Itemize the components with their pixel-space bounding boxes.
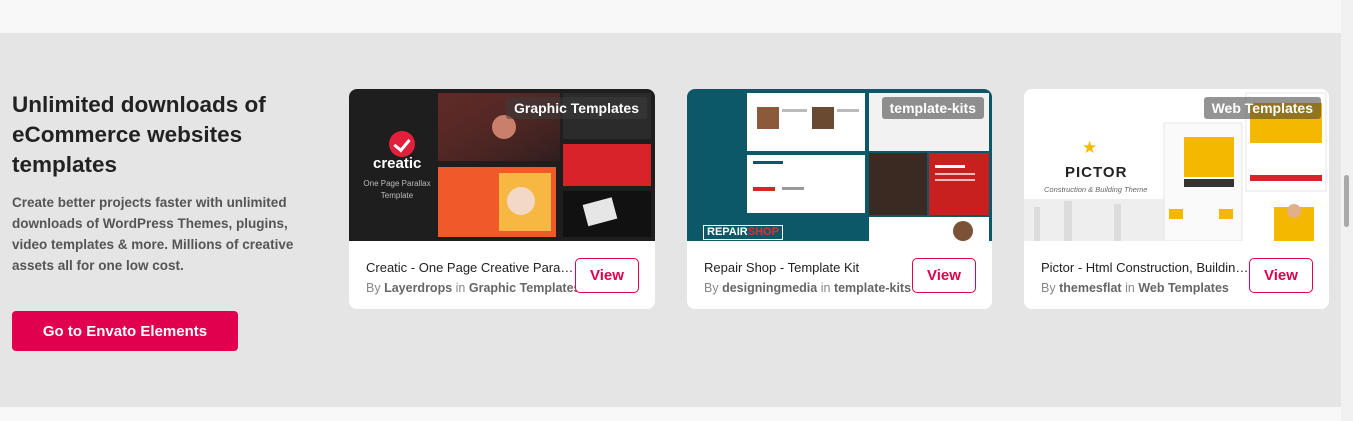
card-title[interactable]: Creatic - One Page Creative Parallax Tem… [366, 260, 576, 276]
card-meta: By designingmedia in template-kits [704, 280, 914, 296]
meta-in: in [455, 281, 466, 295]
bottom-strip [0, 407, 1353, 421]
card-info: Repair Shop - Template Kit By designingm… [704, 260, 914, 296]
meta-by: By [1041, 281, 1056, 295]
thumbnail-subtitle: One Page Parallax Template [363, 179, 431, 200]
card-title[interactable]: Pictor - Html Construction, Building Tem… [1041, 260, 1251, 276]
author-link[interactable]: themesflat [1059, 281, 1122, 295]
category-link[interactable]: Web Templates [1138, 281, 1229, 295]
product-card[interactable]: ★ PICTOR Construction & Building Theme W… [1024, 89, 1329, 309]
view-button[interactable]: View [912, 258, 976, 293]
meta-by: By [704, 281, 719, 295]
logo-repair: REPAIR [707, 226, 748, 238]
thumbnail-subtitle: Construction & Building Theme [1044, 185, 1148, 194]
product-thumbnail[interactable]: REPAIRSHOP template-kits [687, 89, 992, 241]
repair-shop-logo: REPAIRSHOP [703, 225, 783, 240]
promo-heading: Unlimited downloads of eCommerce website… [12, 92, 266, 177]
product-card[interactable]: creatic One Page Parallax Template Graph… [349, 89, 655, 309]
view-button[interactable]: View [1249, 258, 1313, 293]
top-strip [0, 0, 1353, 33]
meta-in: in [820, 281, 831, 295]
meta-by: By [366, 281, 381, 295]
scrollbar-thumb[interactable] [1344, 175, 1349, 227]
category-link[interactable]: Graphic Templates [469, 281, 581, 295]
product-card[interactable]: REPAIRSHOP template-kits Repair Shop - T… [687, 89, 992, 309]
author-link[interactable]: designingmedia [722, 281, 817, 295]
category-badge: Web Templates [1203, 97, 1321, 119]
card-info: Creatic - One Page Creative Parallax Tem… [366, 260, 580, 296]
star-logo-icon: ★ [1082, 138, 1098, 157]
go-to-envato-elements-button[interactable]: Go to Envato Elements [12, 311, 238, 351]
category-link[interactable]: template-kits [834, 281, 911, 295]
card-info: Pictor - Html Construction, Building Tem… [1041, 260, 1251, 296]
card-meta: By themesflat in Web Templates [1041, 280, 1251, 296]
category-badge: Graphic Templates [505, 97, 647, 119]
card-meta: By Layerdrops in Graphic Templates [366, 280, 580, 296]
thumbnail-brand: creatic [373, 155, 422, 172]
promo-text: Unlimited downloads of eCommerce website… [12, 90, 322, 276]
check-logo-icon [389, 131, 415, 157]
product-thumbnail[interactable]: creatic One Page Parallax Template Graph… [349, 89, 655, 241]
thumbnail-brand: PICTOR [1065, 164, 1128, 181]
scrollbar[interactable] [1341, 0, 1353, 421]
view-button[interactable]: View [575, 258, 639, 293]
meta-in: in [1125, 281, 1135, 295]
logo-shop: SHOP [747, 226, 779, 238]
category-badge: template-kits [881, 97, 984, 119]
card-title[interactable]: Repair Shop - Template Kit [704, 260, 914, 276]
promo-description: Create better projects faster with unlim… [12, 195, 294, 273]
author-link[interactable]: Layerdrops [384, 281, 452, 295]
product-thumbnail[interactable]: ★ PICTOR Construction & Building Theme W… [1024, 89, 1329, 241]
